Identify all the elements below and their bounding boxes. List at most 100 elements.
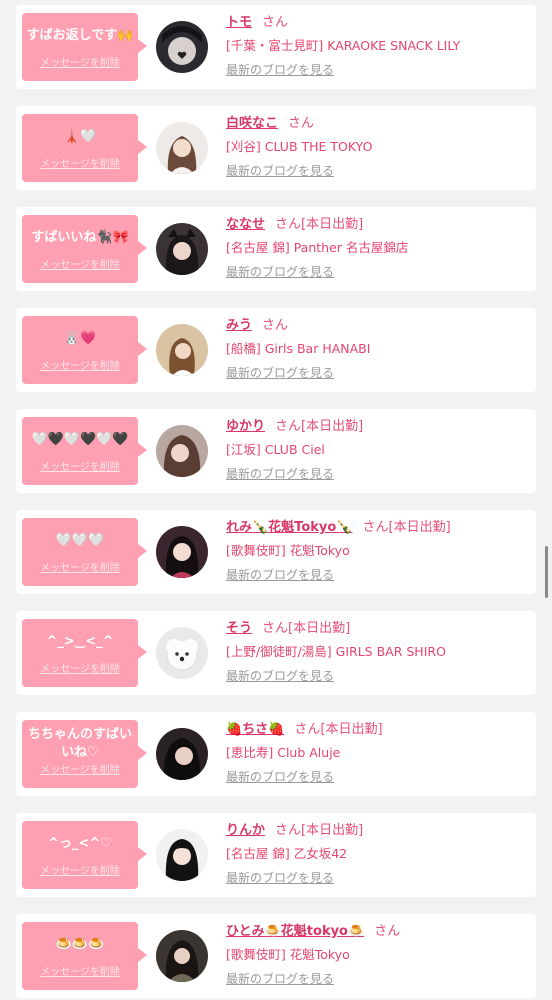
avatar[interactable] — [156, 829, 208, 881]
cast-info: ななせ さん[本日出勤] [名古屋 錦] Panther 名古屋錦店 — [226, 215, 530, 257]
honorific: さん — [262, 318, 289, 333]
message-bubble: すばいいね🐈‍⬛🎀 メッセージを削除 — [22, 215, 147, 283]
message-card: ^_>‿<_^ メッセージを削除 そう さん[本日出勤] [上野/御徒町/湯島] … — [16, 611, 536, 695]
cast-info: 🍓ちさ🍓 さん[本日出勤] [恵比寿] Club Aluje — [226, 720, 530, 762]
delete-message-link[interactable]: メッセージを削除 — [22, 357, 138, 372]
shop-name: [歌舞伎町] 花魁Tokyo — [226, 947, 350, 962]
message-bubble: 🍮🍮🍮 メッセージを削除 — [22, 922, 147, 990]
name-line: りんか さん[本日出勤] — [226, 821, 530, 841]
work-today-badge: [本日出勤] — [320, 722, 383, 737]
latest-blog-link[interactable]: 最新のブログを見る — [226, 364, 334, 381]
delete-message-link[interactable]: メッセージを削除 — [22, 458, 138, 473]
work-today-badge: [本日出勤] — [301, 419, 364, 434]
name-line: れみ🍾花魁Tokyo🍾 さん[本日出勤] — [226, 518, 530, 538]
work-today-badge: [本日出勤] — [388, 520, 451, 535]
cast-info: トモ さん [千葉・富士見町] KARAOKE SNACK LILY — [226, 13, 530, 55]
cast-name-link[interactable]: トモ — [226, 15, 252, 30]
latest-blog-link[interactable]: 最新のブログを見る — [226, 263, 334, 280]
latest-blog-link[interactable]: 最新のブログを見る — [226, 465, 334, 482]
latest-blog-link[interactable]: 最新のブログを見る — [226, 768, 334, 785]
shop-name: [刈谷] CLUB THE TOKYO — [226, 139, 373, 154]
shop-name: [恵比寿] Club Aluje — [226, 745, 341, 760]
message-text: 🤍🖤🤍🖤🤍🖤 — [31, 432, 129, 447]
latest-blog-link[interactable]: 最新のブログを見る — [226, 566, 334, 583]
work-today-badge: [本日出勤] — [288, 621, 351, 636]
avatar[interactable] — [156, 21, 208, 73]
cast-name-link[interactable]: ゆかり — [226, 419, 265, 434]
cast-info: ゆかり さん[本日出勤] [江坂] CLUB Ciel — [226, 417, 530, 459]
delete-message-link[interactable]: メッセージを削除 — [22, 862, 138, 877]
message-bubble: 🤍🤍🤍 メッセージを削除 — [22, 518, 147, 586]
avatar[interactable] — [156, 223, 208, 275]
message-text: 🐰💗 — [63, 331, 97, 346]
cast-name-link[interactable]: 白咲なこ — [226, 116, 278, 131]
cast-info: りんか さん[本日出勤] [名古屋 錦] 乙女坂42 — [226, 821, 530, 863]
name-line: トモ さん — [226, 13, 530, 33]
message-text: ^_>‿<_^ — [46, 634, 114, 649]
shop-name: [船橋] Girls Bar HANABI — [226, 341, 371, 356]
name-line: ひとみ🍮花魁tokyo🍮 さん — [226, 922, 530, 942]
cast-info: そう さん[本日出勤] [上野/御徒町/湯島] GIRLS BAR SHIRO — [226, 619, 530, 661]
latest-blog-link[interactable]: 最新のブログを見る — [226, 61, 334, 78]
cast-name-link[interactable]: りんか — [226, 823, 265, 838]
cast-name-link[interactable]: みう — [226, 318, 252, 333]
latest-blog-link[interactable]: 最新のブログを見る — [226, 162, 334, 179]
shop-name: [名古屋 錦] Panther 名古屋錦店 — [226, 240, 409, 255]
honorific: さん — [262, 15, 289, 30]
avatar[interactable] — [156, 627, 208, 679]
message-bubble: ^_>‿<_^ メッセージを削除 — [22, 619, 147, 687]
latest-blog-link[interactable]: 最新のブログを見る — [226, 667, 334, 684]
name-line: ゆかり さん[本日出勤] — [226, 417, 530, 437]
message-card: 🐰💗 メッセージを削除 みう さん [船橋] Girls Bar HANABI 最… — [16, 308, 536, 392]
avatar[interactable] — [156, 526, 208, 578]
honorific: さん — [275, 217, 302, 232]
message-text: 🗼🤍 — [63, 129, 97, 144]
avatar[interactable] — [156, 324, 208, 376]
scrollbar[interactable] — [545, 546, 548, 598]
delete-message-link[interactable]: メッセージを削除 — [22, 761, 138, 776]
cast-name-link[interactable]: ななせ — [226, 217, 265, 232]
honorific: さん — [275, 823, 302, 838]
delete-message-link[interactable]: メッセージを削除 — [22, 155, 138, 170]
shop-name: [江坂] CLUB Ciel — [226, 442, 325, 457]
name-line: ななせ さん[本日出勤] — [226, 215, 530, 235]
message-card: すばお返しです🙌 メッセージを削除 トモ さん [千葉・富士見町] KARAOKE… — [16, 5, 536, 89]
message-card: すばいいね🐈‍⬛🎀 メッセージを削除 ななせ さん[本日出勤] [名古屋 錦] P… — [16, 207, 536, 291]
delete-message-link[interactable]: メッセージを削除 — [22, 963, 138, 978]
shop-name: [名古屋 錦] 乙女坂42 — [226, 846, 348, 861]
avatar[interactable] — [156, 930, 208, 982]
message-bubble: 🗼🤍 メッセージを削除 — [22, 114, 147, 182]
delete-message-link[interactable]: メッセージを削除 — [22, 559, 138, 574]
cast-info: みう さん [船橋] Girls Bar HANABI — [226, 316, 530, 358]
latest-blog-link[interactable]: 最新のブログを見る — [226, 970, 334, 987]
delete-message-link[interactable]: メッセージを削除 — [22, 660, 138, 675]
honorific: さん — [262, 621, 289, 636]
cast-info: 白咲なこ さん [刈谷] CLUB THE TOKYO — [226, 114, 530, 156]
avatar[interactable] — [156, 122, 208, 174]
cast-name-link[interactable]: 🍓ちさ🍓 — [226, 722, 284, 737]
latest-blog-link[interactable]: 最新のブログを見る — [226, 869, 334, 886]
shop-name: [歌舞伎町] 花魁Tokyo — [226, 543, 350, 558]
message-text: ちちゃんのすばいいね♡ — [27, 727, 132, 760]
honorific: さん — [275, 419, 302, 434]
honorific: さん — [288, 116, 315, 131]
message-bubble: 🐰💗 メッセージを削除 — [22, 316, 147, 384]
work-today-badge: [本日出勤] — [301, 217, 364, 232]
avatar[interactable] — [156, 425, 208, 477]
work-today-badge: [本日出勤] — [301, 823, 364, 838]
cast-name-link[interactable]: ひとみ🍮花魁tokyo🍮 — [226, 924, 364, 939]
message-bubble: すばお返しです🙌 メッセージを削除 — [22, 13, 147, 81]
name-line: そう さん[本日出勤] — [226, 619, 530, 639]
avatar[interactable] — [156, 728, 208, 780]
honorific: さん — [362, 520, 389, 535]
message-text: 🤍🤍🤍 — [55, 533, 105, 548]
message-card: 🍮🍮🍮 メッセージを削除 ひとみ🍮花魁tokyo🍮 さん [歌舞伎町] 花魁Tok… — [16, 914, 536, 998]
name-line: 白咲なこ さん — [226, 114, 530, 134]
message-text: ^っ_<^♡ — [48, 836, 112, 851]
delete-message-link[interactable]: メッセージを削除 — [22, 54, 138, 69]
name-line: 🍓ちさ🍓 さん[本日出勤] — [226, 720, 530, 740]
cast-name-link[interactable]: れみ🍾花魁Tokyo🍾 — [226, 520, 353, 535]
delete-message-link[interactable]: メッセージを削除 — [22, 256, 138, 271]
message-card: ちちゃんのすばいいね♡ メッセージを削除 🍓ちさ🍓 さん[本日出勤] [恵比寿] … — [16, 712, 536, 796]
cast-name-link[interactable]: そう — [226, 621, 252, 636]
